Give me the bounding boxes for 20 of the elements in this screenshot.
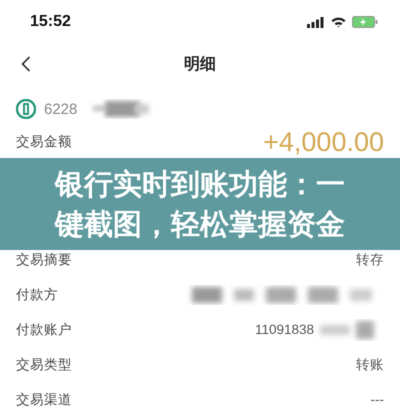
amount-value: +4,000.00 — [263, 126, 384, 158]
detail-label: 付款方 — [16, 286, 58, 304]
detail-label: 交易金额 — [16, 133, 72, 151]
detail-label: 交易摘要 — [16, 250, 72, 268]
detail-label: 交易渠道 — [16, 390, 72, 408]
bank-logo-icon — [16, 99, 36, 119]
status-time: 15:52 — [30, 13, 71, 31]
back-icon[interactable] — [21, 56, 31, 72]
wifi-icon — [331, 16, 346, 28]
page-title: 明细 — [184, 54, 216, 74]
detail-label: 付款账户 — [16, 320, 72, 338]
detail-value: 11091838 — [254, 322, 314, 337]
banner-headline: 银行实时到账功能：一键截图，轻松掌握资金 — [55, 166, 345, 243]
signal-icon — [307, 16, 325, 28]
battery-icon — [352, 16, 378, 28]
detail-value: --- — [370, 392, 384, 407]
detail-value: 转存 — [356, 250, 384, 268]
account-number: 6228 — [44, 100, 78, 118]
detail-label: 交易类型 — [16, 356, 72, 374]
detail-value: 转账 — [356, 356, 384, 374]
